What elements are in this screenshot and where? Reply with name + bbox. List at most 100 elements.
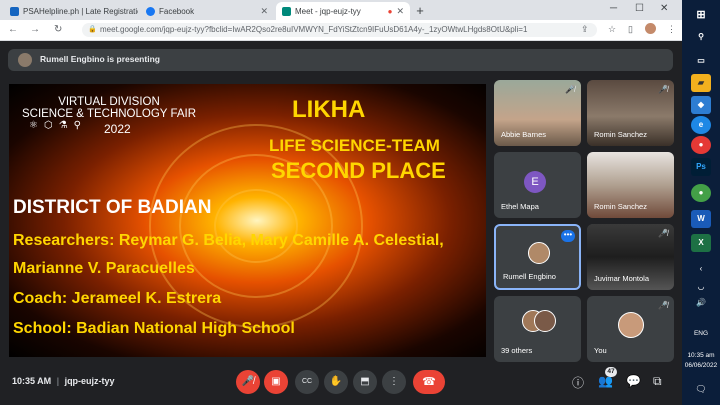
presenting-banner: Rumell Engbino is presenting xyxy=(8,49,673,71)
event-title: VIRTUAL DIVISION SCIENCE & TECHNOLOGY FA… xyxy=(21,96,197,120)
url-field[interactable]: 🔒 meet.google.com/jqp-eujz-tyy?fbclid=Iw… xyxy=(82,23,597,37)
reload-icon[interactable]: ↻ xyxy=(54,24,62,35)
participant-avatar xyxy=(528,242,550,264)
new-tab-button[interactable]: + xyxy=(412,3,428,19)
self-avatar xyxy=(618,312,644,338)
taskbar-time[interactable]: 10:35 am xyxy=(682,352,720,359)
notification-icon[interactable]: 🗨 xyxy=(682,384,720,395)
shared-screen: VIRTUAL DIVISION SCIENCE & TECHNOLOGY FA… xyxy=(9,84,486,357)
app-icon[interactable]: ◆ xyxy=(691,96,711,114)
chrome-icon[interactable]: ● xyxy=(691,136,711,154)
mic-toggle-button[interactable]: 🎤̸ xyxy=(236,370,260,394)
volume-icon[interactable]: 🔊 xyxy=(682,298,720,307)
participant-tile[interactable]: 🎤̸ Abbie Barnes xyxy=(494,80,581,146)
participant-name: Abbie Barnes xyxy=(501,130,547,139)
taskbar-date[interactable]: 06/06/2022 xyxy=(682,362,720,369)
meeting-time: 10:35 AM xyxy=(12,376,52,386)
activities-icon[interactable]: ⧉ xyxy=(653,374,662,389)
word-icon[interactable]: W xyxy=(691,210,711,228)
participant-tile-presenter[interactable]: ••• Rumell Engbino xyxy=(494,224,581,290)
mic-off-icon: 🎤̸ xyxy=(658,301,668,310)
chat-icon[interactable]: 💬 xyxy=(626,374,641,388)
meeting-separator: | xyxy=(56,376,60,386)
tab-meet[interactable]: Meet - jqp-eujz-tyy ● ✕ xyxy=(276,2,410,20)
participant-tile[interactable]: 🎤̸ Juvimar Montola xyxy=(587,224,674,290)
meeting-info: 10:35 AM | jqp-eujz-tyy xyxy=(12,376,115,386)
participant-name: Romin Sanchez xyxy=(594,130,647,139)
tunnel-ring xyxy=(214,189,298,263)
tab-title: Facebook xyxy=(159,6,195,16)
excel-icon[interactable]: X xyxy=(691,234,711,252)
search-icon[interactable]: ⚲ xyxy=(691,28,711,46)
mic-off-icon: 🎤̸ xyxy=(565,85,575,94)
meeting-controls: 10:35 AM | jqp-eujz-tyy 🎤̸ ▣ CC ✋ ⬒ ⋮ ☎ … xyxy=(0,362,682,405)
researchers-line-1: Researchers: Reymar G. Belia, Mary Camil… xyxy=(13,232,444,249)
project-title: LIKHA xyxy=(292,96,366,123)
back-icon[interactable]: ← xyxy=(8,24,18,35)
tray-chevron-icon[interactable]: ‹ xyxy=(682,264,720,273)
chrome-active-icon[interactable]: ● xyxy=(691,184,711,202)
district-label: DISTRICT OF BADIAN xyxy=(13,197,212,218)
close-tab-icon[interactable]: ✕ xyxy=(260,6,268,17)
close-window-icon[interactable]: ✕ xyxy=(660,3,668,14)
participant-tile[interactable]: Romin Sanchez xyxy=(587,152,674,218)
meeting-details-icon[interactable]: ⓘ xyxy=(572,374,584,391)
camera-toggle-button[interactable]: ▣ xyxy=(264,370,288,394)
more-options-button[interactable]: ⋮ xyxy=(382,370,406,394)
tab-strip: PSAHelpline.ph | Late Registratio ✕ Face… xyxy=(0,0,682,20)
edge-icon[interactable]: e xyxy=(691,116,711,134)
share-icon[interactable]: ⇪ xyxy=(581,24,589,35)
input-language[interactable]: ENG xyxy=(682,330,720,337)
bookmark-star-icon[interactable]: ☆ xyxy=(608,24,616,35)
forward-icon[interactable]: → xyxy=(30,24,40,35)
participant-tile-self[interactable]: 🎤̸ You xyxy=(587,296,674,362)
side-panel-icon[interactable]: ▯ xyxy=(628,24,633,35)
url-text: meet.google.com/jqp-eujz-tyy?fbclid=IwAR… xyxy=(100,25,528,34)
participant-tile[interactable]: 🎤̸ Romin Sanchez xyxy=(587,80,674,146)
coach-line: Coach: Jerameel K. Estrera xyxy=(13,290,222,307)
participant-name: Rumell Engbino xyxy=(503,272,556,281)
recording-dot-icon: ● xyxy=(387,6,393,16)
more-options-icon[interactable]: ••• xyxy=(561,230,575,242)
captions-button[interactable]: CC xyxy=(295,370,319,394)
address-bar-row: ← → ↻ 🔒 meet.google.com/jqp-eujz-tyy?fbc… xyxy=(0,20,682,41)
participant-name: Juvimar Montola xyxy=(594,274,650,283)
category-label: LIFE SCIENCE-TEAM xyxy=(269,136,440,155)
present-button[interactable]: ⬒ xyxy=(353,370,377,394)
participant-avatar xyxy=(534,310,556,332)
raise-hand-button[interactable]: ✋ xyxy=(324,370,348,394)
windows-start-icon[interactable]: ⊞ xyxy=(691,6,711,24)
close-tab-icon[interactable]: ✕ xyxy=(396,6,404,17)
participant-name: Ethel Mapa xyxy=(501,202,539,211)
school-line: School: Badian National High School xyxy=(13,320,295,337)
science-icons: ⚛⬡⚗⚲ xyxy=(29,120,87,131)
tab-title: Meet - jqp-eujz-tyy xyxy=(295,6,361,16)
menu-icon[interactable]: ⋮ xyxy=(667,24,676,35)
maximize-icon[interactable]: ☐ xyxy=(635,3,644,14)
file-explorer-icon[interactable]: ▰ xyxy=(691,74,711,92)
profile-avatar[interactable] xyxy=(645,23,656,34)
participant-tile[interactable]: E Ethel Mapa xyxy=(494,152,581,218)
meet-favicon xyxy=(282,6,291,16)
presenting-text: Rumell Engbino is presenting xyxy=(40,54,160,64)
participant-name: You xyxy=(594,346,607,355)
tab-psahelpline[interactable]: PSAHelpline.ph | Late Registratio ✕ xyxy=(4,2,138,20)
task-view-icon[interactable]: ▭ xyxy=(691,52,711,70)
people-count-badge: 47 xyxy=(605,367,617,377)
lock-icon: 🔒 xyxy=(88,26,97,33)
tab-facebook[interactable]: Facebook ✕ xyxy=(140,2,274,20)
photoshop-icon[interactable]: Ps xyxy=(691,158,711,176)
leave-call-button[interactable]: ☎ xyxy=(413,370,445,394)
participant-initial-avatar: E xyxy=(524,171,546,193)
windows-taskbar: ⊞ ⚲ ▭ ▰ ◆ e ● Ps ● W X ‹ ◡ 🔊 ENG 10:35 a… xyxy=(682,0,720,405)
meeting-code: jqp-eujz-tyy xyxy=(64,376,115,386)
minimize-icon[interactable]: ─ xyxy=(610,3,617,14)
researchers-line-2: Marianne V. Paracuelles xyxy=(13,260,195,277)
wifi-icon[interactable]: ◡ xyxy=(682,282,720,291)
psa-favicon xyxy=(10,6,19,16)
mic-off-icon: 🎤̸ xyxy=(658,229,668,238)
tab-title: PSAHelpline.ph | Late Registratio xyxy=(23,6,138,16)
facebook-favicon xyxy=(146,6,155,16)
participant-name: 39 others xyxy=(501,346,533,355)
participant-tile-others[interactable]: 39 others xyxy=(494,296,581,362)
